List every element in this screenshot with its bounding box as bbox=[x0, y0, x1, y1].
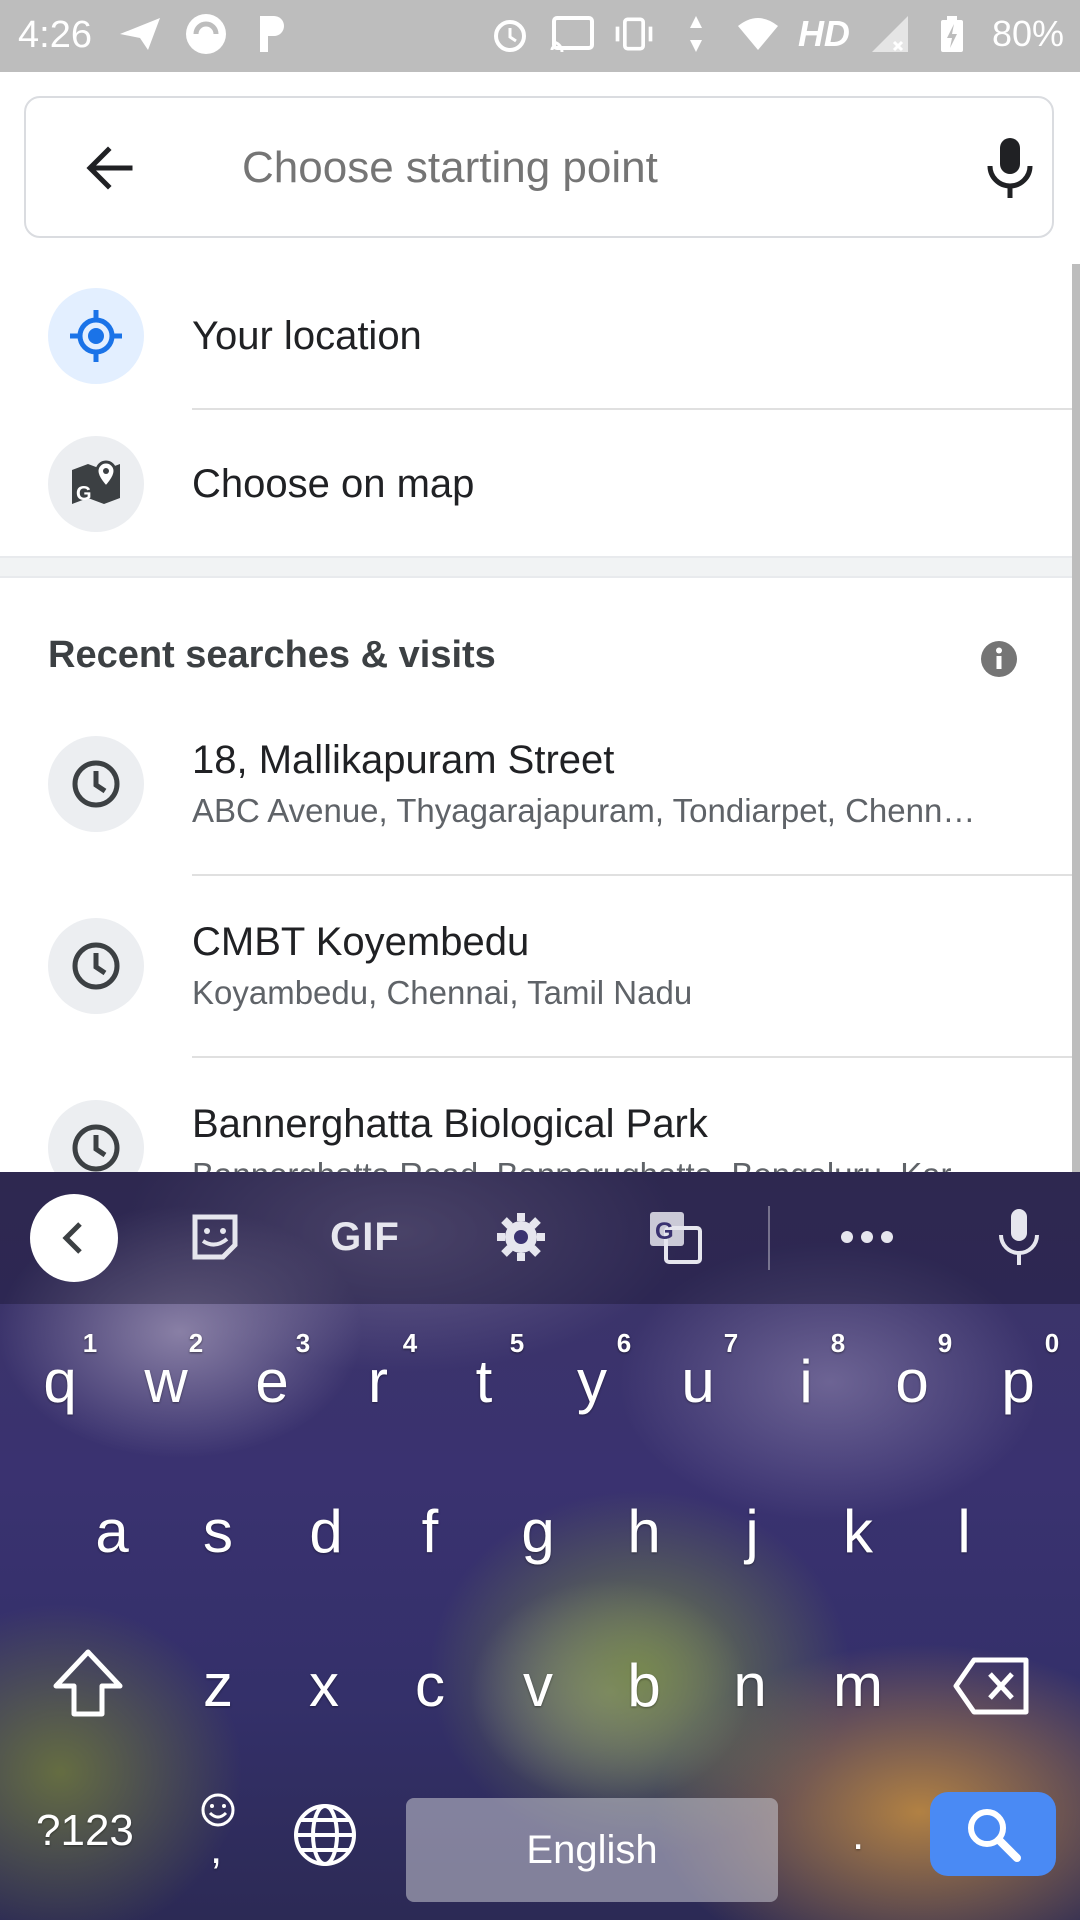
battery-icon bbox=[930, 12, 974, 56]
globe-icon[interactable] bbox=[292, 1802, 358, 1868]
gif-button[interactable]: GIF bbox=[320, 1202, 410, 1272]
network-type-label: HD bbox=[797, 13, 850, 54]
battery-percent: 80% bbox=[991, 13, 1064, 54]
scrollbar[interactable] bbox=[1072, 264, 1080, 1172]
gif-label: GIF bbox=[330, 1214, 400, 1259]
keyboard-toolbar: GIF G bbox=[0, 1172, 1080, 1304]
keyboard-mic-icon[interactable] bbox=[984, 1202, 1054, 1272]
keyboard-search-button[interactable] bbox=[930, 1792, 1056, 1876]
recent-item-subtitle: Koyambedu, Chennai, Tamil Nadu bbox=[192, 974, 693, 1011]
search-icon bbox=[968, 1809, 1021, 1862]
chevron-left-icon bbox=[62, 1222, 82, 1254]
recent-item-subtitle: ABC Avenue, Thyagarajapuram, Tondiarpet,… bbox=[192, 792, 976, 829]
key-r[interactable]: r bbox=[328, 1342, 428, 1422]
divider bbox=[192, 874, 1080, 876]
recent-item-subtitle: Bannerghatta Road, Bannerughatta, Bengal… bbox=[192, 1156, 1022, 1172]
key-e[interactable]: e bbox=[222, 1342, 322, 1422]
key-z[interactable]: z bbox=[168, 1646, 268, 1726]
space-bar[interactable]: English bbox=[406, 1798, 778, 1902]
history-clock-icon bbox=[48, 918, 144, 1014]
divider bbox=[192, 1056, 1080, 1058]
key-l[interactable]: l bbox=[914, 1492, 1014, 1572]
info-icon[interactable] bbox=[980, 640, 1018, 678]
key-m[interactable]: m bbox=[808, 1646, 908, 1726]
key-v[interactable]: v bbox=[488, 1646, 588, 1726]
recent-item[interactable]: Bannerghatta Biological Park Bannerghatt… bbox=[0, 1086, 1072, 1172]
key-f[interactable]: f bbox=[380, 1492, 480, 1572]
section-separator bbox=[0, 556, 1072, 578]
key-k[interactable]: k bbox=[808, 1492, 908, 1572]
recent-item-title: 18, Mallikapuram Street bbox=[192, 738, 615, 782]
toolbar-separator bbox=[768, 1206, 770, 1270]
key-i[interactable]: i bbox=[756, 1342, 856, 1422]
app-circle-icon bbox=[184, 12, 228, 56]
recent-item[interactable]: 18, Mallikapuram Street ABC Avenue, Thya… bbox=[0, 720, 1072, 870]
wifi-icon bbox=[736, 12, 780, 56]
comma-key[interactable]: , bbox=[210, 1824, 222, 1874]
vibrate-icon bbox=[612, 12, 656, 56]
settings-gear-icon[interactable] bbox=[486, 1202, 556, 1272]
key-n[interactable]: n bbox=[700, 1646, 800, 1726]
key-g[interactable]: g bbox=[488, 1492, 588, 1572]
key-t[interactable]: t bbox=[434, 1342, 534, 1422]
divider bbox=[192, 408, 1080, 410]
backspace-icon[interactable] bbox=[952, 1656, 1032, 1716]
parking-app-icon bbox=[250, 12, 294, 56]
key-d[interactable]: d bbox=[276, 1492, 376, 1572]
recent-item-title: CMBT Koyembedu bbox=[192, 920, 530, 964]
translate-icon[interactable]: G bbox=[640, 1202, 710, 1272]
on-screen-keyboard: GIF G 1 q 2 w 3 e 4 r 5 t 6 y 7 u 8 i 9 … bbox=[0, 1172, 1080, 1920]
your-location-option[interactable]: Your location bbox=[0, 276, 1072, 408]
key-s[interactable]: s bbox=[168, 1492, 268, 1572]
key-b[interactable]: b bbox=[594, 1646, 694, 1726]
period-key[interactable]: . bbox=[852, 1810, 864, 1860]
status-bar: 4:26 HD 80% bbox=[0, 0, 1080, 72]
map-pin-icon: G bbox=[48, 436, 144, 532]
key-j[interactable]: j bbox=[702, 1492, 802, 1572]
key-u[interactable]: u bbox=[648, 1342, 748, 1422]
history-clock-icon bbox=[48, 1100, 144, 1172]
svg-text:G: G bbox=[655, 1218, 674, 1245]
sticker-icon[interactable] bbox=[180, 1202, 250, 1272]
key-p[interactable]: p bbox=[968, 1342, 1068, 1422]
choose-on-map-label: Choose on map bbox=[192, 462, 475, 506]
back-arrow-icon[interactable] bbox=[80, 138, 140, 198]
key-y[interactable]: y bbox=[542, 1342, 642, 1422]
emoji-hint-icon bbox=[200, 1792, 236, 1828]
key-c[interactable]: c bbox=[380, 1646, 480, 1726]
voice-search-mic-icon[interactable] bbox=[980, 134, 1040, 202]
key-q[interactable]: q bbox=[10, 1342, 110, 1422]
notification-icons bbox=[118, 12, 294, 56]
recent-section-title: Recent searches & visits bbox=[48, 634, 496, 676]
starting-point-input[interactable] bbox=[242, 128, 962, 208]
choose-on-map-option[interactable]: G Choose on map bbox=[0, 424, 1072, 556]
recent-item[interactable]: CMBT Koyembedu Koyambedu, Chennai, Tamil… bbox=[0, 904, 1072, 1054]
starting-point-search-box bbox=[24, 96, 1054, 238]
signal-icon bbox=[868, 12, 912, 56]
symbols-key[interactable]: ?123 bbox=[36, 1806, 134, 1856]
alarm-icon bbox=[488, 12, 532, 56]
data-arrows-icon bbox=[674, 12, 718, 56]
key-a[interactable]: a bbox=[62, 1492, 162, 1572]
collapse-toolbar-button[interactable] bbox=[30, 1194, 118, 1282]
key-x[interactable]: x bbox=[274, 1646, 374, 1726]
svg-text:G: G bbox=[76, 483, 92, 505]
cast-icon bbox=[550, 12, 594, 56]
my-location-icon bbox=[48, 288, 144, 384]
key-h[interactable]: h bbox=[594, 1492, 694, 1572]
shift-icon[interactable] bbox=[50, 1646, 126, 1722]
your-location-label: Your location bbox=[192, 314, 422, 358]
key-w[interactable]: w bbox=[116, 1342, 216, 1422]
recent-item-title: Bannerghatta Biological Park bbox=[192, 1102, 708, 1146]
system-icons: HD 80% bbox=[488, 12, 1064, 56]
history-clock-icon bbox=[48, 736, 144, 832]
send-icon bbox=[118, 12, 162, 56]
key-o[interactable]: o bbox=[862, 1342, 962, 1422]
more-options-icon[interactable] bbox=[832, 1202, 902, 1272]
status-time: 4:26 bbox=[18, 14, 92, 56]
